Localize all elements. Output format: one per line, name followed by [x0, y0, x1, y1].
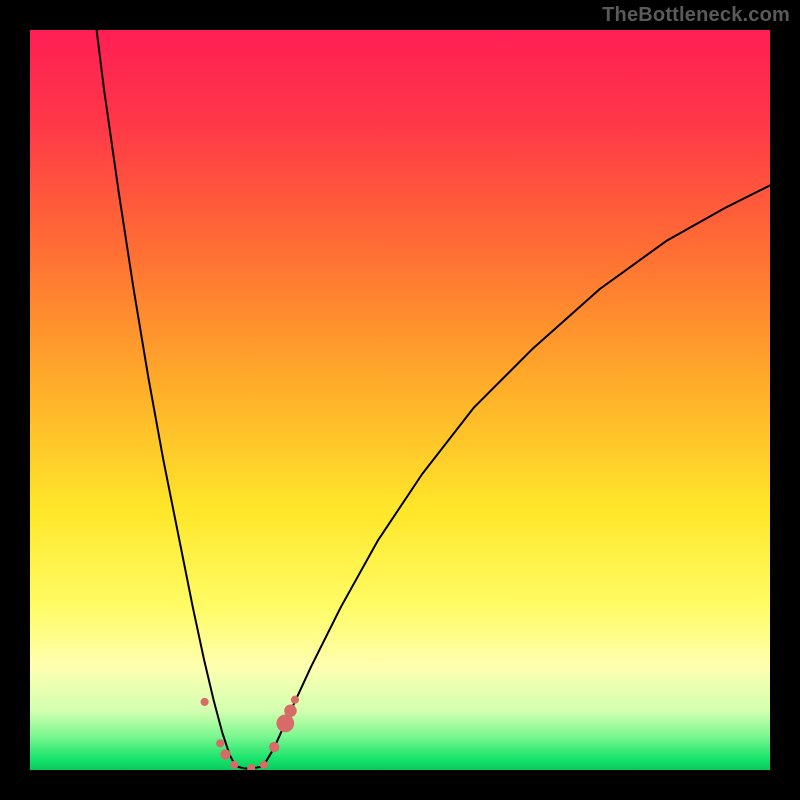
data-marker: [230, 761, 238, 769]
data-marker: [260, 761, 268, 769]
data-marker: [284, 705, 297, 718]
data-marker: [291, 696, 299, 704]
data-marker: [216, 739, 224, 747]
data-marker: [201, 698, 209, 706]
watermark-label: TheBottleneck.com: [602, 4, 790, 27]
data-marker: [220, 749, 230, 759]
plot-area: [30, 30, 770, 770]
bottleneck-chart-svg: [30, 30, 770, 770]
data-marker: [276, 715, 294, 733]
gradient-background: [30, 30, 770, 770]
chart-frame: TheBottleneck.com: [0, 0, 800, 800]
data-marker: [269, 742, 279, 752]
